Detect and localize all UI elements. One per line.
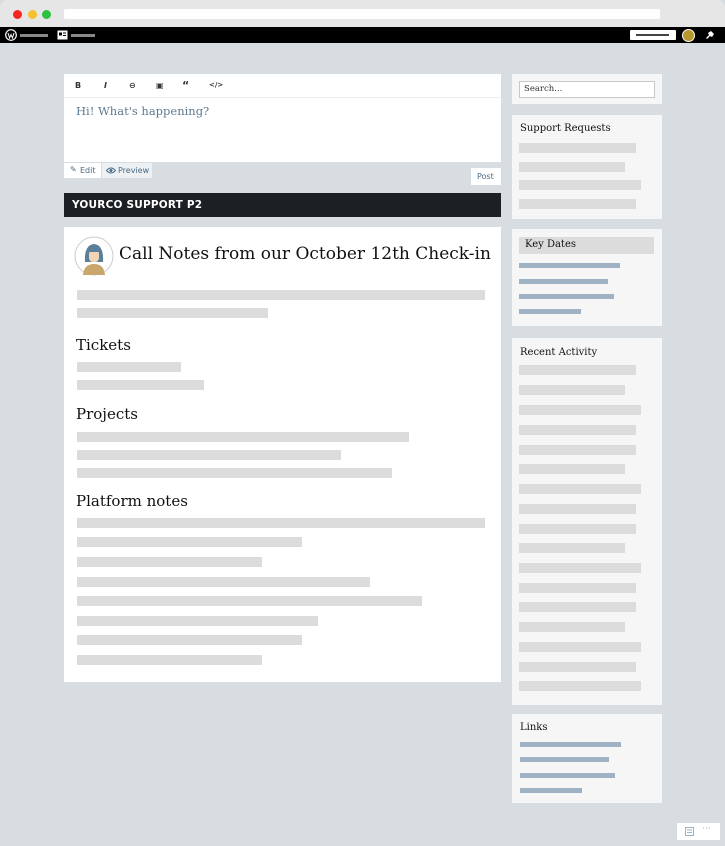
more-options-icon[interactable]: ···: [702, 824, 711, 834]
list-item: [519, 425, 636, 435]
text-line: [77, 537, 302, 547]
list-item: [519, 602, 636, 612]
blogroll-link[interactable]: [520, 788, 582, 793]
author-avatar[interactable]: [74, 236, 114, 276]
edit-tab-label: Edit: [80, 166, 96, 175]
recent-activity-widget: Recent Activity: [512, 338, 662, 705]
italic-button[interactable]: I: [104, 81, 107, 90]
text-line: [77, 380, 204, 390]
list-item: [519, 622, 625, 632]
list-item: [519, 662, 636, 672]
support-requests-widget: Support Requests: [512, 115, 662, 219]
text-line: [77, 635, 302, 645]
links-widget: Links: [512, 714, 662, 803]
widget-title-bar: Key Dates: [519, 237, 654, 254]
reader-follow-icon: [685, 827, 694, 836]
list-item: [519, 583, 636, 593]
list-item: [519, 445, 636, 455]
text-line: [77, 432, 409, 442]
list-item: [519, 524, 636, 534]
follow-bar[interactable]: ···: [677, 823, 720, 840]
text-line: [77, 577, 370, 587]
date-link[interactable]: [519, 279, 608, 284]
list-item: [519, 484, 641, 494]
composer-toolbar: B I ⊖ ▣ “ </>: [64, 74, 501, 98]
text-line: [77, 616, 318, 626]
admin-search-field[interactable]: [630, 30, 676, 40]
widget-title: Recent Activity: [520, 347, 598, 358]
maximize-window-button[interactable]: [42, 10, 51, 19]
post-composer: B I ⊖ ▣ “ </> Hi! What's happening?: [64, 74, 501, 162]
text-line: [77, 308, 268, 318]
preview-tab-label: Preview: [118, 166, 150, 175]
wordpress-logo-icon[interactable]: [5, 29, 17, 41]
list-item: [519, 385, 625, 395]
edit-tab[interactable]: ✎ Edit: [64, 163, 101, 178]
list-item: [519, 180, 641, 190]
admin-bar: [0, 27, 725, 43]
text-line: [77, 655, 262, 665]
pencil-icon: ✎: [70, 165, 77, 174]
code-button[interactable]: </>: [209, 81, 223, 89]
bold-button[interactable]: B: [75, 81, 81, 90]
list-item: [519, 642, 641, 652]
list-item: [519, 504, 636, 514]
blogroll-link[interactable]: [520, 742, 621, 747]
image-button[interactable]: ▣: [156, 81, 164, 90]
list-item: [519, 405, 641, 415]
text-line: [77, 290, 485, 300]
site-header: YOURCO SUPPORT P2: [64, 193, 501, 217]
link-button[interactable]: ⊖: [129, 81, 136, 90]
post-button-label: Post: [477, 172, 494, 181]
text-line: [77, 596, 422, 606]
text-line: [77, 468, 392, 478]
widget-title: Links: [520, 722, 548, 733]
minimize-window-button[interactable]: [28, 10, 37, 19]
section-heading-platform-notes: Platform notes: [76, 492, 188, 510]
key-dates-widget: Key Dates: [512, 229, 662, 326]
my-sites-menu[interactable]: [20, 34, 48, 37]
text-line: [77, 518, 485, 528]
text-line: [77, 450, 341, 460]
list-item: [519, 365, 636, 375]
widget-title: Support Requests: [520, 123, 611, 134]
post-textarea[interactable]: Hi! What's happening?: [64, 98, 501, 162]
eye-icon: [106, 167, 116, 174]
reader-menu[interactable]: [71, 34, 95, 37]
site-title[interactable]: YOURCO SUPPORT P2: [72, 199, 202, 211]
blogroll-link[interactable]: [520, 757, 609, 762]
date-link[interactable]: [519, 294, 614, 299]
address-bar[interactable]: [64, 9, 660, 19]
list-item: [519, 199, 636, 209]
list-item: [519, 563, 641, 573]
text-line: [77, 362, 181, 372]
list-item: [519, 543, 625, 553]
post-textarea-placeholder: Hi! What's happening?: [76, 104, 210, 118]
post-card: Call Notes from our October 12th Check-i…: [64, 227, 501, 682]
list-item: [519, 162, 625, 172]
blogroll-link[interactable]: [520, 773, 615, 778]
browser-chrome: [0, 0, 725, 27]
reader-icon[interactable]: [57, 30, 68, 40]
user-avatar[interactable]: [682, 29, 695, 42]
search-widget: Search...: [512, 74, 662, 104]
text-line: [77, 557, 262, 567]
search-input[interactable]: Search...: [519, 81, 655, 98]
search-input-placeholder: Search...: [524, 84, 563, 94]
date-link[interactable]: [519, 309, 581, 314]
section-heading-tickets: Tickets: [76, 336, 131, 354]
preview-tab[interactable]: Preview: [102, 163, 152, 178]
section-heading-projects: Projects: [76, 405, 138, 423]
close-window-button[interactable]: [13, 10, 22, 19]
date-link[interactable]: [519, 263, 620, 268]
quote-button[interactable]: “: [182, 79, 189, 92]
post-button[interactable]: Post: [471, 168, 501, 185]
post-title[interactable]: Call Notes from our October 12th Check-i…: [119, 244, 491, 264]
list-item: [519, 681, 641, 691]
list-item: [519, 464, 625, 474]
list-item: [519, 143, 636, 153]
notifications-icon[interactable]: [704, 30, 715, 41]
widget-title: Key Dates: [525, 239, 576, 250]
